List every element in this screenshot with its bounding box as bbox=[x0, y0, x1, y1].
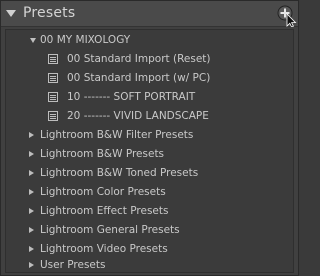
plus-icon bbox=[277, 5, 297, 27]
preset-label: 10 ------- SOFT PORTRAIT bbox=[67, 91, 196, 103]
folder-label: Lightroom B&W Toned Presets bbox=[40, 167, 199, 179]
folder-label: Lightroom General Presets bbox=[40, 224, 180, 236]
folder-item[interactable]: Lightroom B&W Toned Presets bbox=[6, 164, 293, 183]
preset-list-icon bbox=[48, 92, 58, 102]
folder-item[interactable]: Lightroom B&W Presets bbox=[6, 145, 293, 164]
disclosure-right-icon[interactable] bbox=[29, 170, 34, 176]
preset-label: 00 Standard Import (w/ PC) bbox=[67, 72, 211, 84]
folder-item[interactable]: Lightroom General Presets bbox=[6, 221, 293, 240]
folder-label: Lightroom B&W Filter Presets bbox=[40, 129, 194, 141]
preset-list-icon bbox=[48, 111, 58, 121]
folder-label: Lightroom Effect Presets bbox=[40, 205, 169, 217]
preset-item[interactable]: 00 Standard Import (Reset) bbox=[6, 50, 293, 69]
preset-label: 20 ------- VIVID LANDSCAPE bbox=[67, 110, 209, 122]
folder-item[interactable]: User Presets bbox=[6, 256, 293, 275]
disclosure-down-icon[interactable] bbox=[30, 38, 36, 43]
folder-label: Lightroom B&W Presets bbox=[40, 148, 165, 160]
folder-item[interactable]: Lightroom Effect Presets bbox=[6, 202, 293, 221]
folder-label: 00 MY MIXOLOGY bbox=[40, 34, 131, 46]
disclosure-right-icon[interactable] bbox=[29, 246, 34, 252]
folder-item[interactable]: Lightroom Color Presets bbox=[6, 183, 293, 202]
disclosure-right-icon[interactable] bbox=[29, 189, 34, 195]
disclosure-right-icon[interactable] bbox=[29, 151, 34, 157]
panel-header[interactable]: Presets bbox=[1, 1, 298, 27]
panel-title: Presets bbox=[23, 5, 76, 21]
preset-item[interactable]: 10 ------- SOFT PORTRAIT bbox=[6, 88, 293, 107]
folder-label: User Presets bbox=[40, 259, 106, 271]
disclosure-right-icon[interactable] bbox=[29, 132, 34, 138]
preset-item[interactable]: 00 Standard Import (w/ PC) bbox=[6, 69, 293, 88]
disclosure-right-icon[interactable] bbox=[29, 227, 34, 233]
presets-panel: Presets 00 MY MIXOLOGY 00 Standard Impor… bbox=[0, 0, 299, 276]
preset-list-icon bbox=[48, 54, 58, 64]
preset-list-icon bbox=[48, 73, 58, 83]
preset-item[interactable]: 20 ------- VIVID LANDSCAPE bbox=[6, 107, 293, 126]
presets-tree: 00 MY MIXOLOGY 00 Standard Import (Reset… bbox=[5, 29, 294, 273]
collapse-triangle-icon[interactable] bbox=[6, 10, 16, 17]
preset-label: 00 Standard Import (Reset) bbox=[67, 53, 211, 65]
folder-my-mixology[interactable]: 00 MY MIXOLOGY bbox=[6, 31, 293, 50]
add-preset-button[interactable] bbox=[277, 5, 297, 27]
folder-item[interactable]: Lightroom B&W Filter Presets bbox=[6, 126, 293, 145]
disclosure-right-icon[interactable] bbox=[29, 262, 34, 268]
disclosure-right-icon[interactable] bbox=[29, 208, 34, 214]
folder-label: Lightroom Color Presets bbox=[40, 186, 166, 198]
